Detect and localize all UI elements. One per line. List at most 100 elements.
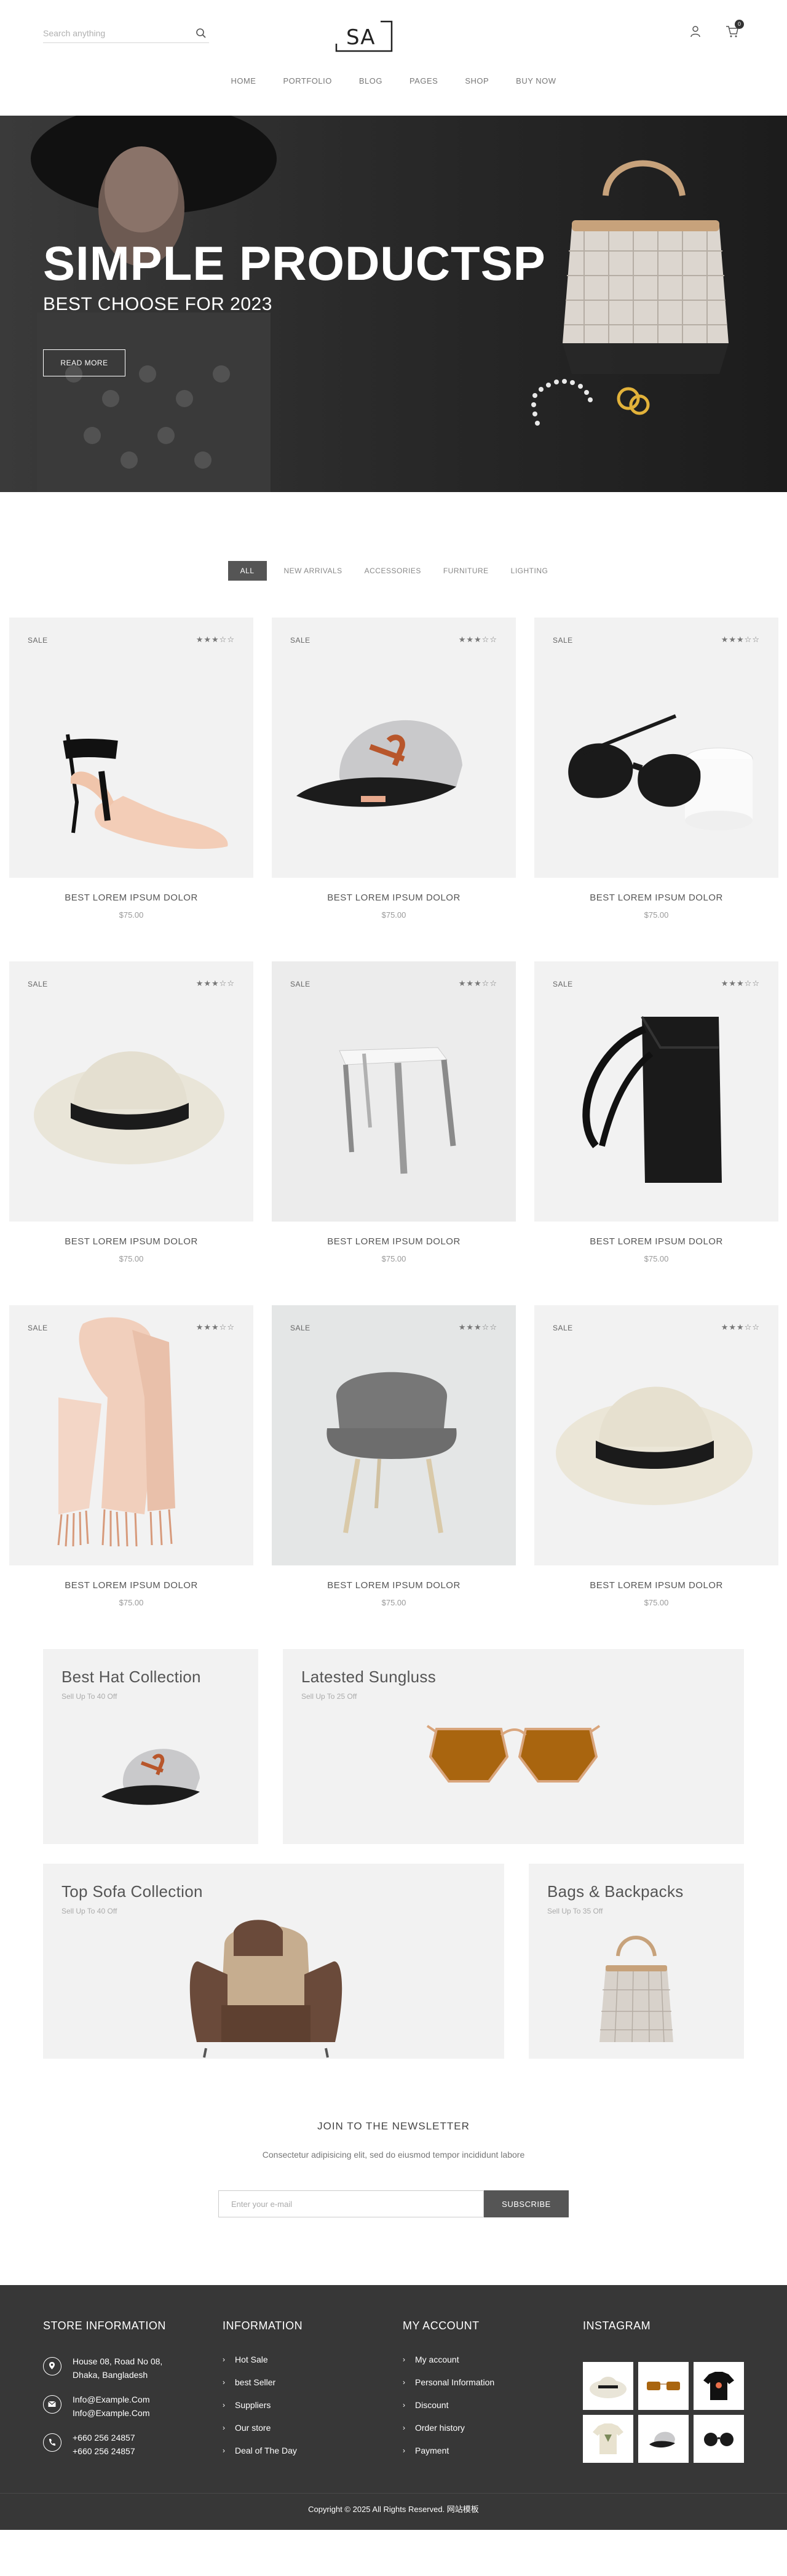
- location-pin-icon: [43, 2357, 61, 2375]
- nav-blog[interactable]: BLOG: [346, 76, 396, 85]
- store-email: Info@Example.Com Info@Example.Com: [43, 2393, 166, 2420]
- nav-portfolio[interactable]: PORTFOLIO: [269, 76, 345, 85]
- product-price: $75.00: [119, 1598, 144, 1607]
- footer-heading: INSTAGRAM: [583, 2320, 651, 2332]
- fedora-hat-icon: [590, 2377, 627, 2398]
- product-image[interactable]: SALE ★★★☆☆: [272, 1305, 516, 1565]
- hero-banner: SIMPLE PRODUCTSP BEST CHOOSE FOR 2023 RE…: [0, 116, 787, 492]
- product-card[interactable]: SALE ★★★☆☆ BEST LOREM IPSUM DOLOR $75.00: [272, 1305, 516, 1649]
- instagram-photo[interactable]: [694, 2415, 744, 2463]
- instagram-photo[interactable]: [638, 2415, 689, 2463]
- product-card[interactable]: SALE ★★★☆☆ BEST LOREM IPSUM DOLOR $75.00: [534, 961, 778, 1305]
- newsletter-title: JOIN TO THE NEWSLETTER: [317, 2120, 470, 2132]
- instagram-photo[interactable]: [583, 2415, 633, 2463]
- envelope-icon: [43, 2395, 61, 2414]
- product-image[interactable]: SALE ★★★☆☆: [272, 961, 516, 1222]
- phone-icon: [43, 2433, 61, 2452]
- promo-title: Latested Sungluss: [301, 1668, 437, 1686]
- footer-link-my-account[interactable]: › My account: [403, 2355, 494, 2364]
- cart-button[interactable]: 0: [726, 20, 744, 38]
- footer-link-our-store[interactable]: › Our store: [223, 2423, 303, 2433]
- footer-link-payment[interactable]: › Payment: [403, 2446, 494, 2455]
- product-image[interactable]: SALE ★★★☆☆: [534, 618, 778, 878]
- product-name[interactable]: BEST LOREM IPSUM DOLOR: [534, 892, 778, 903]
- product-card[interactable]: SALE ★★★☆☆ BEST LOREM IPSUM DOLOR $75.00: [534, 1305, 778, 1649]
- promo-subtitle: Sell Up To 40 Off: [61, 1907, 117, 1915]
- product-image[interactable]: SALE ★★★☆☆: [9, 961, 253, 1222]
- promo-hat-collection[interactable]: Best Hat Collection Sell Up To 40 Off: [43, 1649, 258, 1844]
- nav-pages[interactable]: PAGES: [396, 76, 451, 85]
- nav-shop[interactable]: SHOP: [451, 76, 502, 85]
- tab-new-arrivals[interactable]: NEW ARRIVALS: [273, 561, 354, 581]
- footer-link-deal-of-the-day[interactable]: › Deal of The Day: [223, 2446, 303, 2455]
- instagram-photo[interactable]: [583, 2362, 633, 2410]
- fedora-hat-icon: [556, 1386, 753, 1505]
- read-more-button[interactable]: READ MORE: [43, 349, 125, 376]
- email-line[interactable]: Info@Example.Com: [73, 2406, 149, 2420]
- email-field[interactable]: [218, 2190, 484, 2217]
- footer-link-best-seller[interactable]: › best Seller: [223, 2377, 303, 2387]
- product-image[interactable]: SALE ★★★☆☆: [272, 618, 516, 878]
- nav-buy-now[interactable]: BUY NOW: [502, 76, 569, 85]
- product-card[interactable]: SALE ★★★☆☆ BEST LOREM IPSUM DOLOR $75.00: [9, 961, 253, 1305]
- product-card[interactable]: SALE ★★★☆☆ BEST LOREM IPSUM DOLOR $75.00: [272, 961, 516, 1305]
- tab-all[interactable]: ALL: [227, 561, 267, 581]
- sale-badge: SALE: [290, 980, 310, 988]
- logo[interactable]: SA: [335, 20, 393, 52]
- subscribe-button[interactable]: SUBSCRIBE: [484, 2190, 569, 2217]
- product-name[interactable]: BEST LOREM IPSUM DOLOR: [9, 1580, 253, 1591]
- search-input[interactable]: [43, 25, 184, 42]
- chevron-right-icon: ›: [403, 2446, 405, 2455]
- product-image[interactable]: SALE ★★★☆☆: [534, 961, 778, 1222]
- product-card[interactable]: SALE ★★★☆☆ BEST LOREM IPSUM DOLOR $75.00: [9, 618, 253, 961]
- sale-badge: SALE: [553, 636, 573, 645]
- footer-link-order-history[interactable]: › Order history: [403, 2423, 494, 2433]
- product-name[interactable]: BEST LOREM IPSUM DOLOR: [534, 1580, 778, 1591]
- product-name[interactable]: BEST LOREM IPSUM DOLOR: [9, 1236, 253, 1247]
- star-rating: ★★★☆☆: [458, 1322, 497, 1332]
- sale-badge: SALE: [290, 1324, 310, 1332]
- user-icon[interactable]: [690, 25, 701, 38]
- phone-line[interactable]: +660 256 24857: [73, 2444, 135, 2458]
- search-box: [43, 25, 209, 43]
- tab-furniture[interactable]: FURNITURE: [432, 561, 500, 581]
- product-image[interactable]: SALE ★★★☆☆: [534, 1305, 778, 1565]
- sunglasses-icon: [647, 2382, 680, 2390]
- fedora-hat-icon: [34, 1051, 224, 1164]
- product-name[interactable]: BEST LOREM IPSUM DOLOR: [272, 1580, 516, 1591]
- product-name[interactable]: BEST LOREM IPSUM DOLOR: [272, 1236, 516, 1247]
- footer-link-hot-sale[interactable]: › Hot Sale: [223, 2355, 303, 2364]
- footer-link-discount[interactable]: › Discount: [403, 2400, 494, 2410]
- footer-link-personal-information[interactable]: › Personal Information: [403, 2377, 494, 2387]
- product-image[interactable]: SALE ★★★☆☆: [9, 1305, 253, 1565]
- product-name[interactable]: BEST LOREM IPSUM DOLOR: [9, 892, 253, 903]
- instagram-photo[interactable]: [638, 2362, 689, 2410]
- product-card[interactable]: SALE ★★★☆☆ BEST LOREM IPSUM DOLOR $75.00: [534, 618, 778, 961]
- product-price: $75.00: [381, 1254, 406, 1263]
- product-price: $75.00: [644, 1254, 669, 1263]
- footer-heading: MY ACCOUNT: [403, 2320, 480, 2332]
- phone-line[interactable]: +660 256 24857: [73, 2431, 135, 2444]
- sale-badge: SALE: [553, 1324, 573, 1332]
- product-price: $75.00: [119, 910, 144, 920]
- product-name[interactable]: BEST LOREM IPSUM DOLOR: [272, 892, 516, 903]
- tab-lighting[interactable]: LIGHTING: [500, 561, 560, 581]
- nav-home[interactable]: HOME: [217, 76, 269, 85]
- tab-accessories[interactable]: ACCESSORIES: [354, 561, 432, 581]
- promo-bags-backpacks[interactable]: Bags & Backpacks Sell Up To 35 Off: [529, 1864, 744, 2059]
- promo-sunglasses[interactable]: Latested Sungluss Sell Up To 25 Off: [283, 1649, 744, 1844]
- email-line[interactable]: Info@Example.Com: [73, 2393, 149, 2406]
- product-name[interactable]: BEST LOREM IPSUM DOLOR: [534, 1236, 778, 1247]
- instagram-grid: [583, 2362, 744, 2463]
- site-header: SA 0 HOME PORTFOLIO BLOG PAGES SHOP BUY …: [0, 0, 787, 116]
- search-icon[interactable]: [196, 28, 207, 39]
- footer-link-suppliers[interactable]: › Suppliers: [223, 2400, 303, 2410]
- product-card[interactable]: SALE ★★★☆☆ BEST LOREM IPSUM DOLOR $75.00: [272, 618, 516, 961]
- product-image[interactable]: SALE ★★★☆☆: [9, 618, 253, 878]
- product-price: $75.00: [644, 910, 669, 920]
- instagram-photo[interactable]: [694, 2362, 744, 2410]
- product-card[interactable]: SALE ★★★☆☆ BEST LOREM IPSUM DOLOR $75.00: [9, 1305, 253, 1649]
- sale-badge: SALE: [28, 1324, 48, 1332]
- sale-badge: SALE: [290, 636, 310, 645]
- promo-sofa-collection[interactable]: Top Sofa Collection Sell Up To 40 Off: [43, 1864, 504, 2059]
